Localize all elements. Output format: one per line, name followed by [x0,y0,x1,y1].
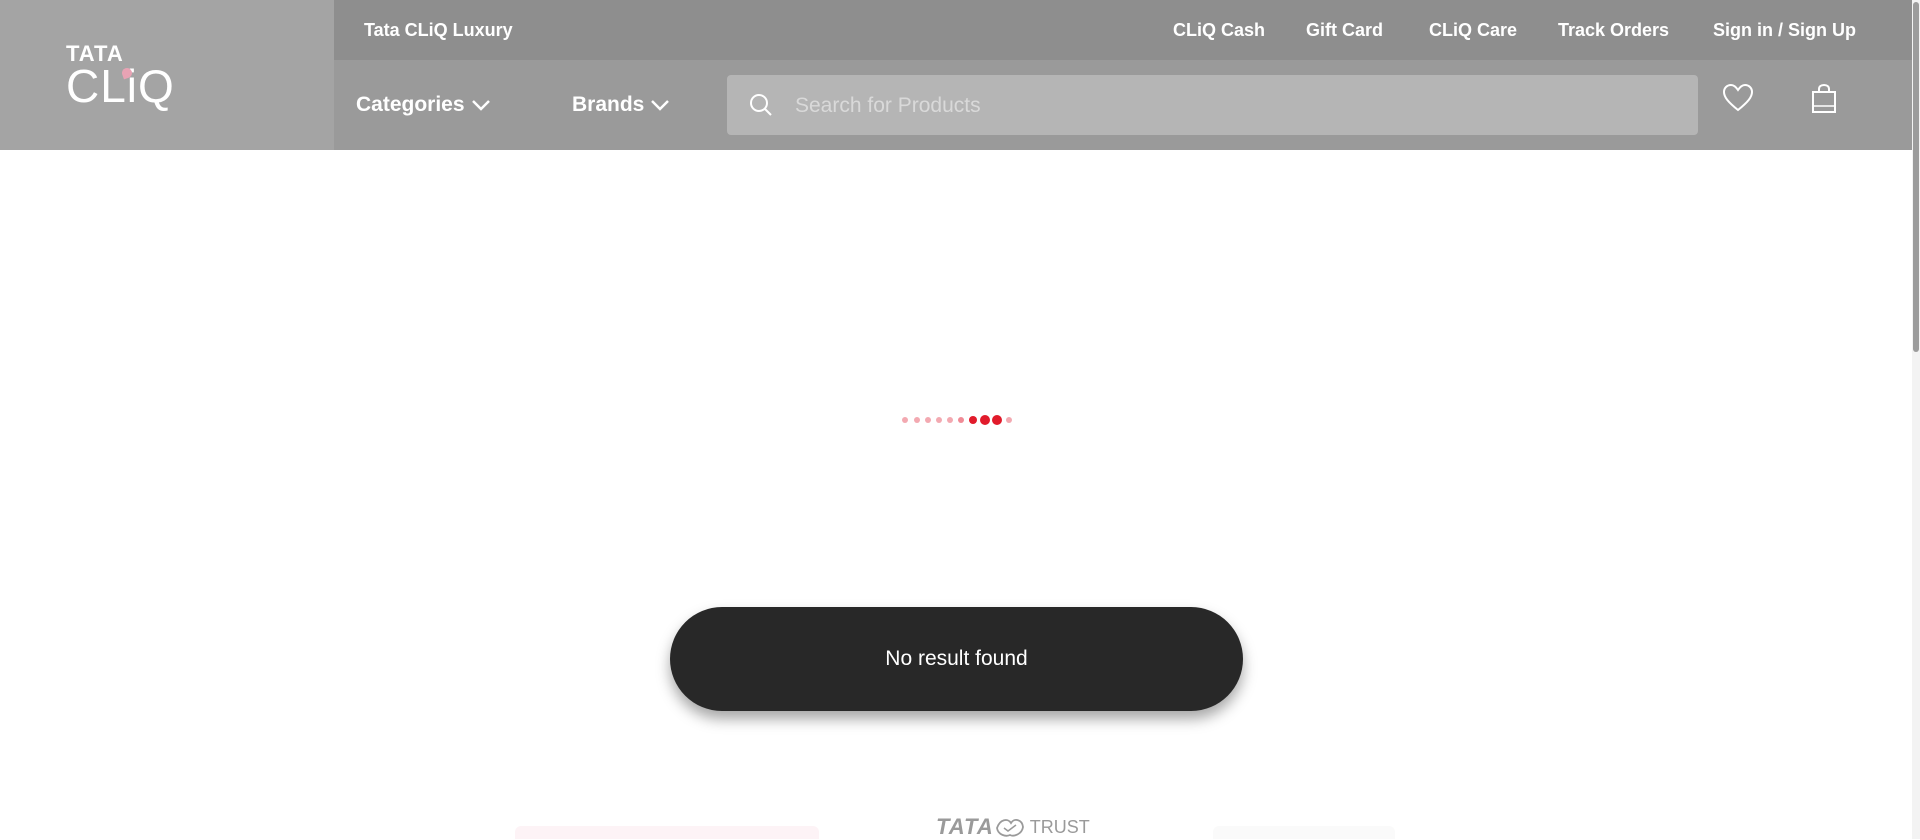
shopping-bag-icon [1812,83,1836,113]
toast-message: No result found [885,647,1028,670]
wishlist-button[interactable] [1722,83,1754,117]
loader-dot [958,417,964,423]
footer-card-right [1213,826,1395,839]
search-icon [750,94,772,116]
loader-dot [914,417,920,423]
logo-cliq-text: CLiQ [66,63,175,109]
loader-dot [1006,417,1012,423]
search-bar[interactable] [727,75,1698,137]
loader-dot [936,417,942,423]
track-orders-link[interactable]: Track Orders [1558,20,1669,41]
trust-label-text: TRUST [1029,816,1090,837]
categories-menu[interactable]: Categories [356,93,491,117]
footer-card-left [515,826,819,839]
logo-cliq-word: CLiQ [66,60,175,112]
loader-dot [902,417,908,423]
cliq-care-link[interactable]: CLiQ Care [1429,20,1517,41]
search-input[interactable] [793,75,1677,137]
brands-label: Brands [572,93,645,116]
handshake-icon [995,819,1024,837]
cart-button[interactable] [1811,83,1837,119]
heart-icon [1722,83,1754,112]
loader-dot [947,417,953,423]
trust-brand-text: TATA [936,814,994,839]
sign-in-link[interactable]: Sign in / Sign Up [1713,20,1856,41]
brands-menu[interactable]: Brands [572,93,670,117]
loader-dot [969,416,977,424]
chevron-down-icon [471,100,490,111]
top-utility-bar [334,0,1920,60]
gift-card-link[interactable]: Gift Card [1306,20,1383,41]
site-header: TATA CLiQ Tata CLiQ Luxury CLiQ Cash Gif… [0,0,1920,150]
categories-label: Categories [356,93,465,116]
loader-dot [992,415,1002,425]
tata-cliq-luxury-link[interactable]: Tata CLiQ Luxury [364,20,513,41]
tata-cliq-logo[interactable]: TATA CLiQ [66,43,175,110]
loader-dot [980,415,990,425]
tata-trust-logo: TATA TRUST [936,814,1090,840]
loader-dot [925,417,931,423]
chevron-down-icon [651,100,670,111]
cliq-cash-link[interactable]: CLiQ Cash [1173,20,1265,41]
loading-spinner [899,412,1019,428]
scrollbar-thumb[interactable] [1913,2,1919,352]
logo-area: TATA CLiQ [0,0,334,150]
no-result-toast: No result found [670,607,1243,711]
